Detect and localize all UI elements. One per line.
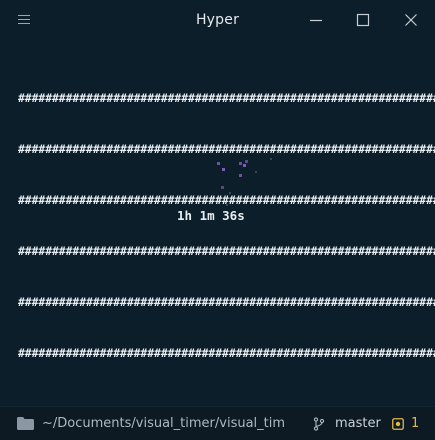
status-bar: ~/Documents/visual_timer/visual_timer ma…	[0, 406, 435, 440]
terminal-output[interactable]: ########################################…	[18, 56, 435, 396]
progress-line: ########################################…	[18, 347, 435, 360]
progress-line: ########################################…	[18, 92, 435, 105]
git-branch-icon	[313, 417, 325, 431]
git-branch-name[interactable]: master	[335, 416, 381, 431]
progress-line: ########################################…	[18, 296, 435, 309]
maximize-icon[interactable]	[356, 13, 370, 27]
git-dirty-icon	[392, 418, 404, 430]
particle-effect	[217, 158, 272, 206]
minimize-icon[interactable]	[309, 13, 323, 27]
git-dirty-count: 1	[411, 416, 420, 431]
title-bar: Hyper	[0, 0, 435, 42]
hyper-window: Hyper ##################################…	[0, 0, 435, 440]
close-icon[interactable]	[404, 13, 418, 27]
elapsed-timer: 1h 1m 36s	[177, 208, 245, 223]
progress-line: ########################################…	[18, 245, 435, 258]
folder-icon	[17, 417, 34, 430]
current-directory[interactable]: ~/Documents/visual_timer/visual_timer	[42, 416, 284, 431]
